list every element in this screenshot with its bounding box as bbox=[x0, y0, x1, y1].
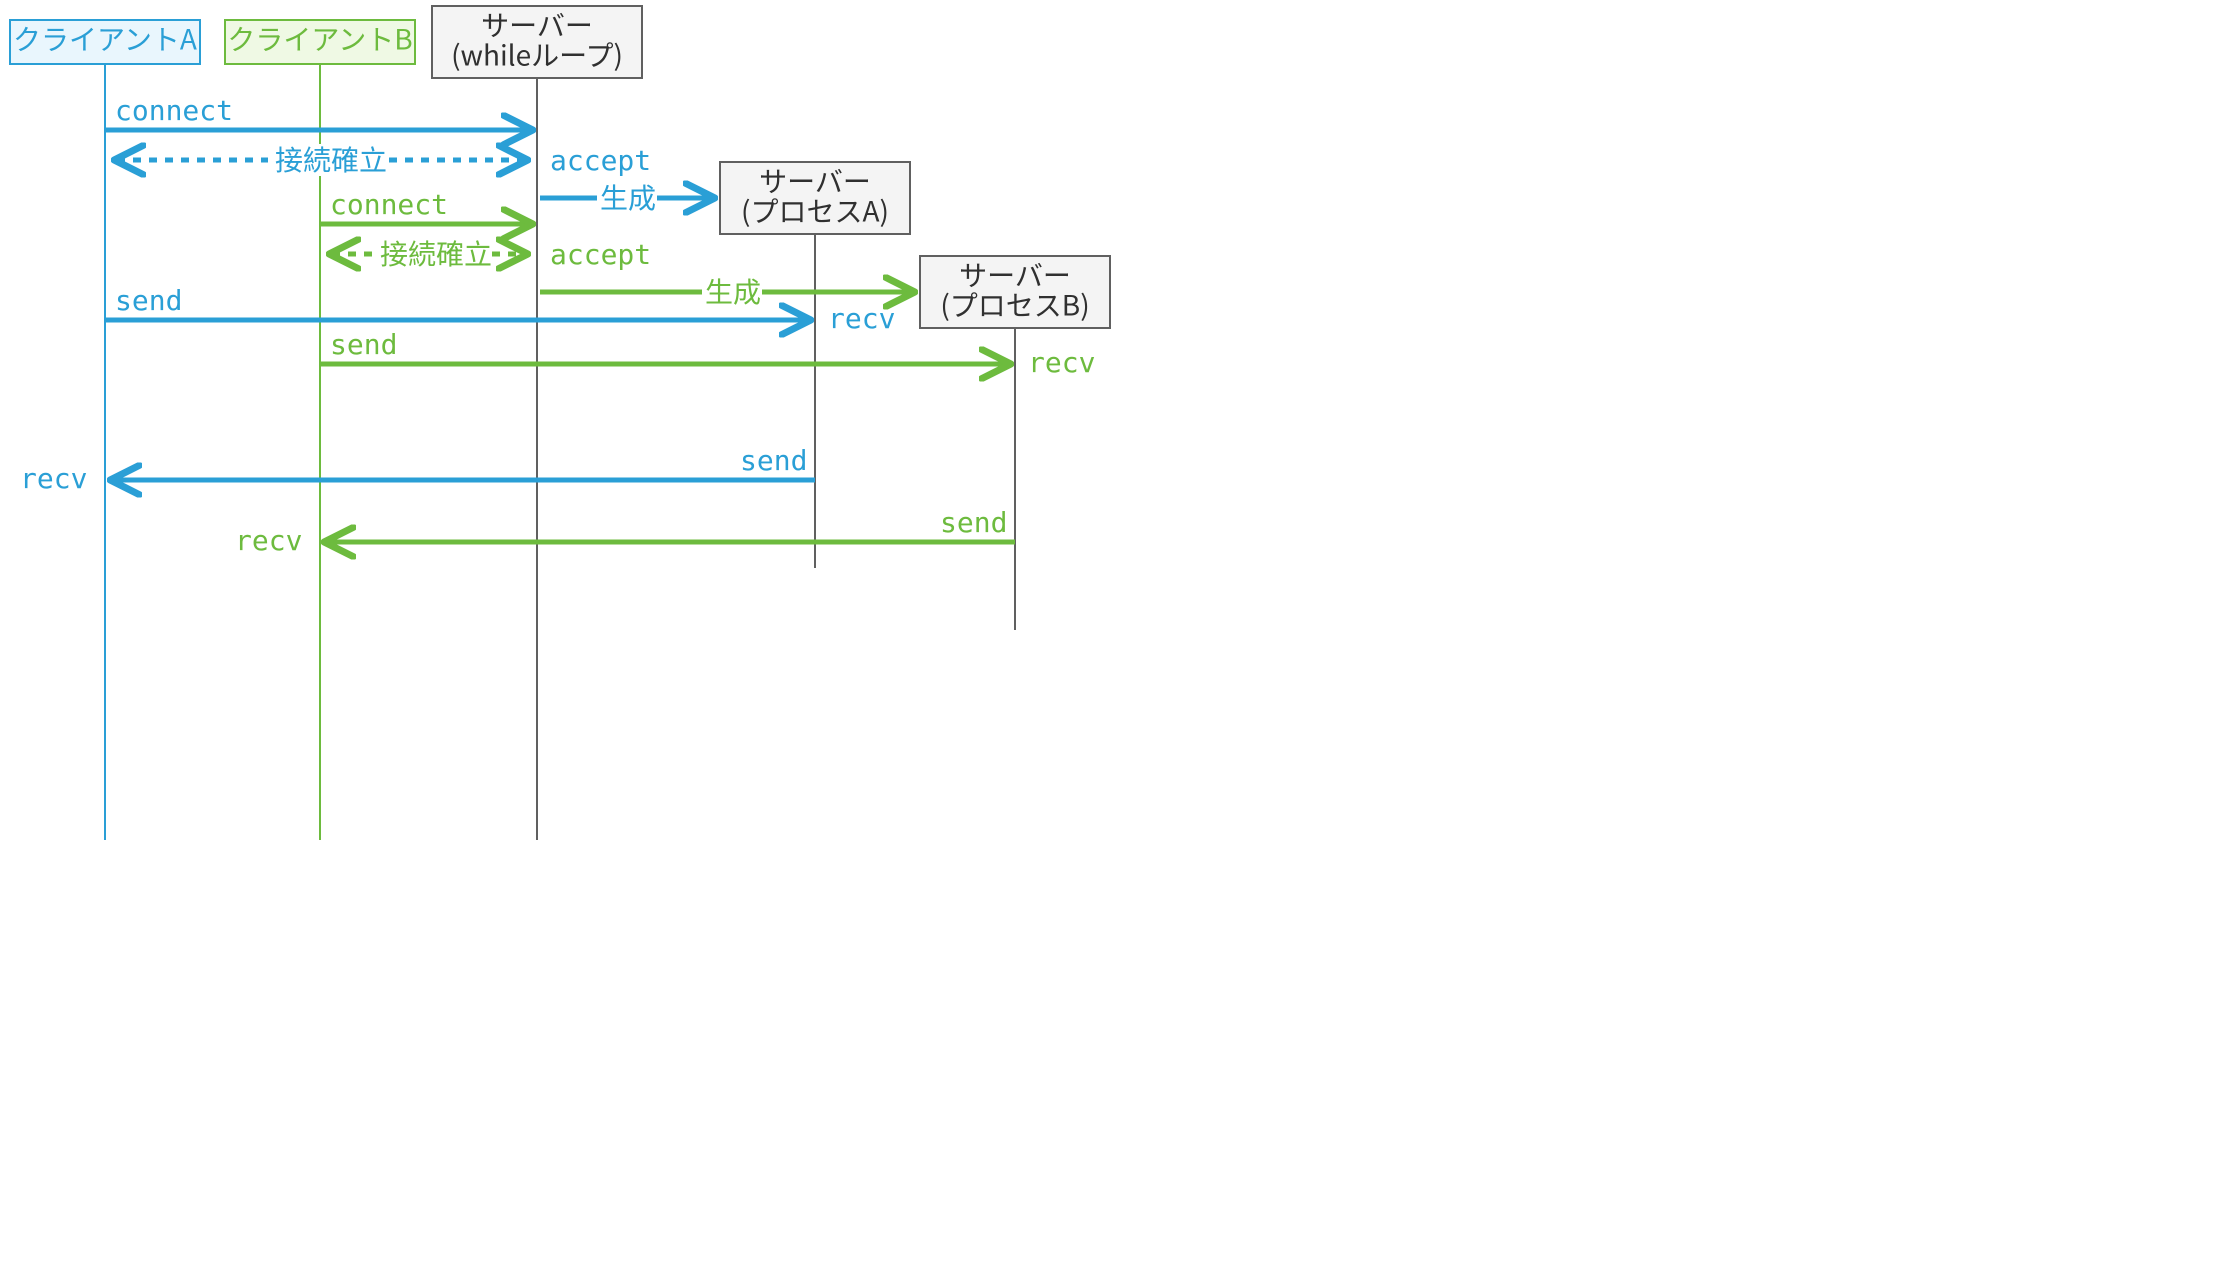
msg-spawn-a-label: 生成 bbox=[600, 182, 656, 215]
participant-server-proc-a-label-2: (プロセスA) bbox=[741, 191, 889, 231]
msg-b-accept-label: accept bbox=[550, 238, 651, 271]
participant-server-loop-label-2: (whileループ) bbox=[451, 35, 623, 75]
participant-client-a: クライアントA bbox=[10, 19, 200, 64]
msg-a-connect-label: connect bbox=[115, 94, 233, 127]
participant-server-proc-b: サーバー (プロセスB) bbox=[920, 255, 1110, 328]
msg-a-accept-label: accept bbox=[550, 144, 651, 177]
participant-client-a-label: クライアントA bbox=[13, 19, 197, 59]
msg-spawn-b-label: 生成 bbox=[705, 276, 761, 309]
msg-b-recv-client-label: recv bbox=[235, 524, 302, 557]
msg-b-established-label: 接続確立 bbox=[380, 238, 492, 271]
msg-procb-send-label: send bbox=[940, 506, 1007, 539]
msg-a-send-label: send bbox=[115, 284, 182, 317]
msg-b-connect-label: connect bbox=[330, 188, 448, 221]
participant-server-proc-b-label-2: (プロセスB) bbox=[940, 285, 1089, 325]
msg-a-recv-server-label: recv bbox=[828, 302, 895, 335]
participant-client-b-label: クライアントB bbox=[227, 19, 412, 59]
participant-server-proc-a: サーバー (プロセスA) bbox=[720, 161, 910, 234]
msg-a-established-label: 接続確立 bbox=[275, 144, 387, 177]
msg-proca-send-label: send bbox=[740, 444, 807, 477]
msg-b-recv-server-label: recv bbox=[1028, 346, 1095, 379]
participant-server-loop: サーバー (whileループ) bbox=[432, 5, 642, 78]
msg-b-send-label: send bbox=[330, 328, 397, 361]
msg-a-recv-client-label: recv bbox=[20, 462, 87, 495]
sequence-diagram: クライアントA クライアントB サーバー (whileループ) サーバー (プロ… bbox=[0, 0, 1480, 880]
participant-client-b: クライアントB bbox=[225, 19, 415, 64]
